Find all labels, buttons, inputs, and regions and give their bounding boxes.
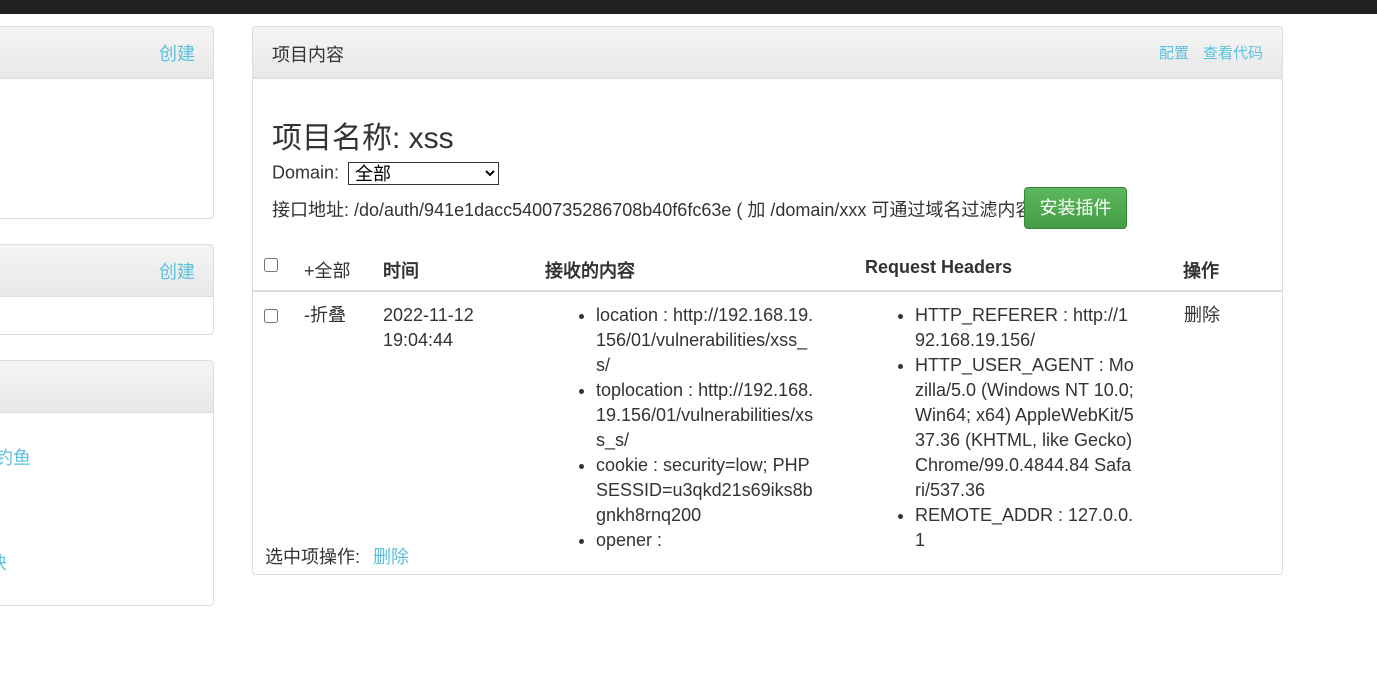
top-navbar bbox=[0, 0, 1377, 14]
project-content-heading: 项目内容 配置 查看代码 bbox=[253, 27, 1282, 79]
headers-list: HTTP_REFERER : http://192.168.19.156/ HT… bbox=[895, 303, 1135, 553]
row-request-headers: HTTP_REFERER : http://192.168.19.156/ HT… bbox=[895, 303, 1135, 553]
collapse-link[interactable]: -折叠 bbox=[304, 303, 346, 328]
left-panel-2-heading: 创建 bbox=[0, 245, 213, 297]
header-item-referer: HTTP_REFERER : http://192.168.19.156/ bbox=[915, 303, 1135, 353]
selected-ops-label: 选中项操作: bbox=[265, 547, 361, 567]
install-plugin-button[interactable]: 安装插件 bbox=[1024, 187, 1127, 229]
view-code-link[interactable]: 查看代码 bbox=[1203, 42, 1263, 63]
col-header-content: 接收的内容 bbox=[545, 261, 635, 281]
domain-select[interactable]: 全部 bbox=[348, 162, 500, 185]
col-header-actions: 操作 bbox=[1183, 261, 1219, 281]
create-link-2[interactable]: 创建 bbox=[159, 258, 195, 284]
content-list: location : http://192.168.19.156/01/vuln… bbox=[576, 303, 816, 553]
header-item-remote-addr: REMOTE_ADDR : 127.0.0.1 bbox=[915, 503, 1135, 553]
left-panel-1: 创建 bbox=[0, 26, 214, 219]
expand-all-link[interactable]: +全部 bbox=[304, 257, 351, 283]
selected-operations: 选中项操作: 删除 bbox=[265, 543, 409, 569]
left-panel-1-heading: 创建 bbox=[0, 27, 213, 79]
project-content-panel: 项目内容 配置 查看代码 项目名称: xss Domain: 全部 接口地址: … bbox=[252, 26, 1283, 575]
panel-title: 项目内容 bbox=[272, 45, 344, 65]
header-item-user-agent: HTTP_USER_AGENT : Mozilla/5.0 (Windows N… bbox=[915, 353, 1135, 503]
left-panel-3-link-block[interactable]: 块 bbox=[0, 549, 7, 575]
select-all-checkbox[interactable] bbox=[264, 258, 278, 272]
selected-delete-link[interactable]: 删除 bbox=[373, 547, 409, 567]
row-checkbox[interactable] bbox=[264, 309, 278, 323]
config-link[interactable]: 配置 bbox=[1159, 42, 1189, 63]
row-time: 2022-11-12 19:04:44 bbox=[383, 305, 474, 350]
row-delete-link[interactable]: 删除 bbox=[1184, 303, 1220, 328]
left-panel-2: 创建 bbox=[0, 244, 214, 335]
project-name: 项目名称: xss bbox=[272, 122, 454, 155]
content-item-toplocation: toplocation : http://192.168.19.156/01/v… bbox=[596, 378, 816, 453]
left-panel-3: 钓鱼 块 bbox=[0, 360, 214, 606]
domain-filter-row: Domain: 全部 bbox=[272, 162, 500, 185]
content-item-cookie: cookie : security=low; PHPSESSID=u3qkd21… bbox=[596, 453, 816, 528]
api-address: 接口地址: /do/auth/941e1dacc5400735286708b40… bbox=[272, 200, 1040, 220]
create-link-1[interactable]: 创建 bbox=[159, 40, 195, 66]
left-panel-3-heading bbox=[0, 361, 213, 413]
left-panel-3-link-phishing[interactable]: 钓鱼 bbox=[0, 444, 31, 470]
content-item-opener: opener : bbox=[596, 528, 816, 553]
row-content: location : http://192.168.19.156/01/vuln… bbox=[576, 303, 816, 553]
col-header-time: 时间 bbox=[383, 261, 419, 281]
col-header-request-headers: Request Headers bbox=[865, 257, 1013, 277]
content-item-location: location : http://192.168.19.156/01/vuln… bbox=[596, 303, 816, 378]
domain-label: Domain: bbox=[272, 162, 340, 183]
table-header-divider bbox=[253, 290, 1282, 292]
